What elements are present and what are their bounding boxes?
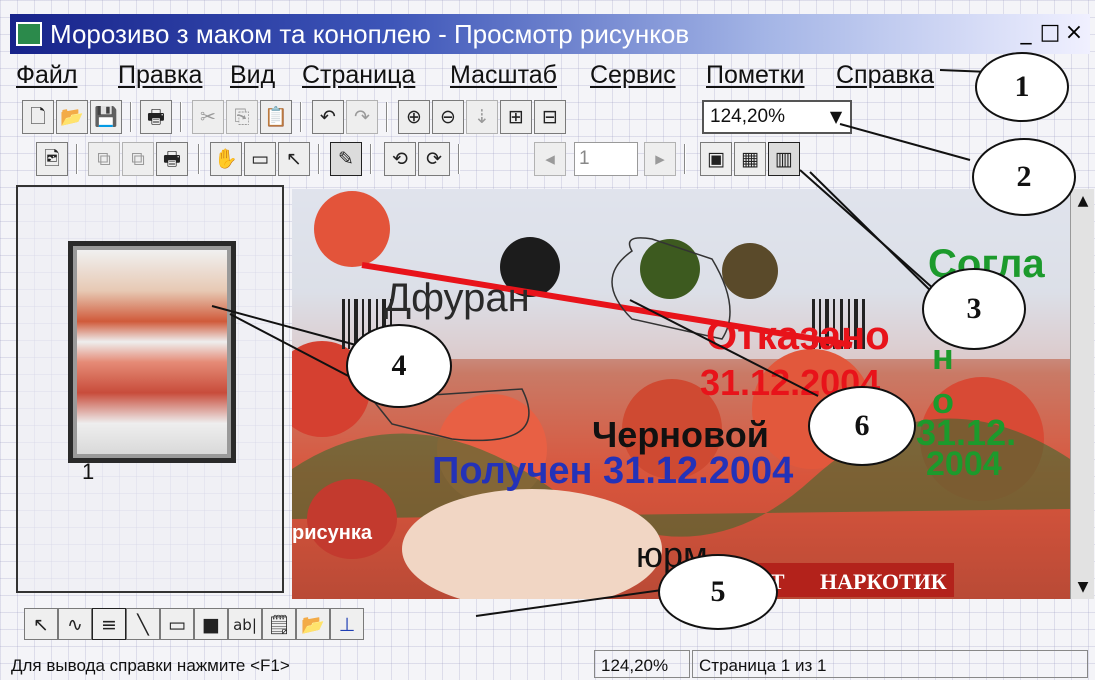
app-icon: [16, 22, 42, 46]
menu-service[interactable]: Сервис: [590, 56, 676, 94]
previous-page-icon[interactable]: ◂: [534, 142, 566, 176]
highlighter-icon[interactable]: ≡: [92, 608, 126, 640]
hollow-rectangle-icon[interactable]: ▭: [160, 608, 194, 640]
toolbar-separator: [684, 144, 686, 174]
fit-page-icon[interactable]: ⇣: [466, 100, 498, 134]
callout-5: 5: [658, 554, 778, 630]
filled-rectangle-icon[interactable]: ■: [194, 608, 228, 640]
new-document-icon[interactable]: 🗋: [22, 100, 54, 134]
pages-copy-icon[interactable]: ⧉: [88, 142, 120, 176]
window-title: Морозиво з маком та коноплею - Просмотр …: [50, 19, 690, 49]
package-brand-right: НАРКОТИК: [820, 569, 947, 594]
zoom-select[interactable]: 124,20% ▼: [702, 100, 852, 134]
chevron-down-icon[interactable]: ▼: [826, 105, 846, 129]
stamp-icon[interactable]: ⊥: [330, 608, 364, 640]
fit-width-icon[interactable]: ⊟: [534, 100, 566, 134]
select-rectangle-icon[interactable]: ▭: [244, 142, 276, 176]
edit-annotations-icon[interactable]: ✎: [330, 142, 362, 176]
rotate-left-icon[interactable]: ⟲: [384, 142, 416, 176]
text-annotation-icon[interactable]: ab|: [228, 608, 262, 640]
open-folder-icon[interactable]: 📂: [56, 100, 88, 134]
pointer-icon[interactable]: ↖: [278, 142, 310, 176]
stamp-rejected: Отказано: [706, 314, 890, 358]
stamp-agreed-year: 2004: [926, 445, 1002, 483]
cut-icon[interactable]: ✂: [192, 100, 224, 134]
pages-print-icon[interactable]: 🖶: [156, 142, 188, 176]
stamp-received: Получен 31.12.2004: [432, 450, 793, 492]
toolbar-separator: [300, 102, 302, 132]
view-toolbar: 🖻 ⧉ ⧉ 🖶 ✋ ▭ ↖ ✎ ⟲ ⟳ ◂ 1 ▸ ▣ ▦ ▥: [12, 140, 832, 180]
toolbar-separator: [318, 144, 320, 174]
scroll-up-icon[interactable]: ▲: [1071, 189, 1095, 213]
status-page: Страница 1 из 1: [692, 650, 1088, 678]
thumbnail-image: [77, 250, 227, 454]
hand-pan-icon[interactable]: ✋: [210, 142, 242, 176]
menu-view[interactable]: Вид: [230, 56, 275, 94]
page-number-field[interactable]: 1: [574, 142, 638, 176]
pages-move-icon[interactable]: ⧉: [122, 142, 154, 176]
close-button[interactable]: ×: [1062, 20, 1086, 46]
callout-4: 4: [346, 324, 452, 408]
toolbar-separator: [370, 144, 372, 174]
print-icon[interactable]: 🖶: [140, 100, 172, 134]
grid-view-icon[interactable]: ▦: [734, 142, 766, 176]
line-icon[interactable]: ╲: [126, 608, 160, 640]
maximize-button[interactable]: □: [1038, 20, 1062, 46]
undo-icon[interactable]: ↶: [312, 100, 344, 134]
callout-6: 6: [808, 386, 916, 466]
menu-file[interactable]: Файл: [16, 56, 77, 94]
toolbar-separator: [76, 144, 78, 174]
zoom-out-icon[interactable]: ⊖: [432, 100, 464, 134]
redo-icon[interactable]: ↷: [346, 100, 378, 134]
package-picture-label: рисунка: [292, 522, 373, 544]
menu-help[interactable]: Справка: [836, 56, 934, 94]
menu-scale[interactable]: Масштаб: [450, 56, 557, 94]
freehand-icon[interactable]: ∿: [58, 608, 92, 640]
toolbar-separator: [386, 102, 388, 132]
annotation-dfuran: Дфуран: [384, 276, 530, 320]
menu-bar: Файл Правка Вид Страница Масштаб Сервис …: [10, 56, 1090, 94]
status-hint: Для вывода справки нажмите <F1>: [11, 656, 290, 675]
select-arrow-icon[interactable]: ↖: [24, 608, 58, 640]
zoom-value: 124,20%: [710, 106, 786, 127]
zoom-in-icon[interactable]: ⊕: [398, 100, 430, 134]
next-page-icon[interactable]: ▸: [644, 142, 676, 176]
minimize-button[interactable]: _: [1014, 20, 1038, 46]
copy-icon[interactable]: ⎘: [226, 100, 258, 134]
callout-3: 3: [922, 268, 1026, 350]
toolbar-separator: [180, 102, 182, 132]
callout-1: 1: [975, 52, 1069, 122]
status-zoom: 124,20%: [594, 650, 690, 678]
status-bar: Для вывода справки нажмите <F1> 124,20% …: [0, 648, 1095, 680]
toolbar-separator: [458, 144, 460, 174]
open-image-icon[interactable]: 🖻: [36, 142, 68, 176]
toolbar-separator: [198, 144, 200, 174]
save-disk-icon[interactable]: 💾: [90, 100, 122, 134]
menu-marks[interactable]: Пометки: [706, 56, 805, 94]
vertical-scrollbar[interactable]: ▲ ▼: [1070, 189, 1094, 599]
menu-page[interactable]: Страница: [302, 56, 415, 94]
menu-edit[interactable]: Правка: [118, 56, 202, 94]
toolbar-separator: [130, 102, 132, 132]
thumbnail-panel: 1: [16, 185, 284, 593]
main-toolbar: 🗋 📂 💾 🖶 ✂ ⎘ 📋 ↶ ↷ ⊕ ⊖ ⇣ ⊞ ⊟ 124,20% ▼: [12, 98, 862, 138]
scroll-down-icon[interactable]: ▼: [1071, 575, 1095, 599]
stamp-draft: Черновой: [592, 414, 769, 455]
rotate-right-icon[interactable]: ⟳: [418, 142, 450, 176]
annotation-toolbar: ↖ ∿ ≡ ╲ ▭ ■ ab| 🗒 📂 ⊥: [14, 604, 474, 644]
thumbnail-caption: 1: [82, 459, 95, 484]
thumbnails-view-icon[interactable]: ▥: [768, 142, 800, 176]
fit-window-icon[interactable]: ⊞: [500, 100, 532, 134]
attach-icon[interactable]: 📂: [296, 608, 330, 640]
callout-2: 2: [972, 138, 1076, 216]
paste-icon[interactable]: 📋: [260, 100, 292, 134]
single-view-icon[interactable]: ▣: [700, 142, 732, 176]
sticky-note-icon[interactable]: 🗒: [262, 608, 296, 640]
title-bar: Морозиво з маком та коноплею - Просмотр …: [10, 14, 1090, 54]
thumbnail-page-1[interactable]: [68, 241, 236, 463]
